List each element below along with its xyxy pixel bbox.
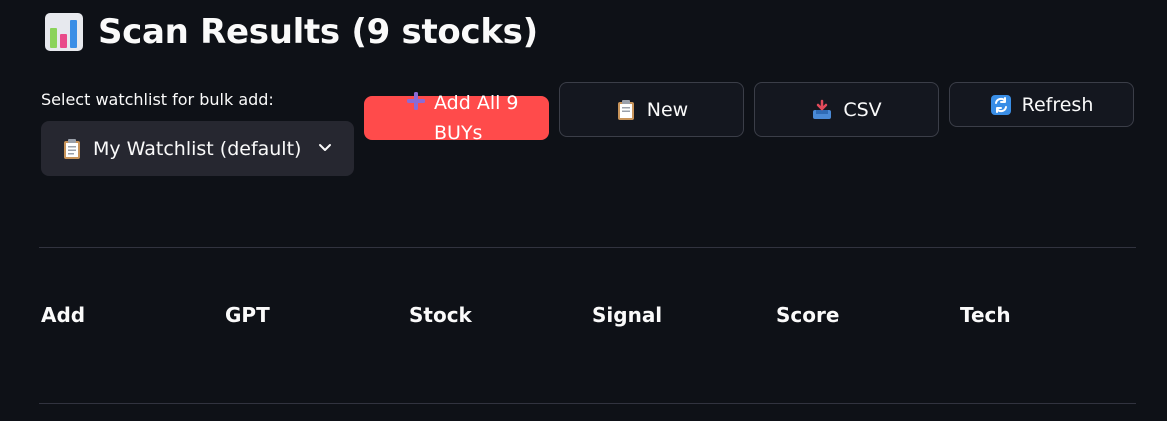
- add-all-buys-button[interactable]: Add All 9 BUYs: [364, 92, 549, 144]
- csv-button-label: CSV: [843, 98, 882, 121]
- chevron-down-icon[interactable]: [318, 141, 332, 155]
- column-header-gpt: GPT: [225, 303, 270, 327]
- page-header: Scan Results (9 stocks): [44, 12, 538, 52]
- divider-bottom: [39, 403, 1136, 404]
- inbox-tray-icon: [813, 99, 832, 119]
- add-all-buys-label: Add All 9 BUYs: [434, 92, 519, 144]
- column-header-stock: Stock: [409, 303, 472, 327]
- refresh-button[interactable]: Refresh: [949, 82, 1134, 127]
- column-header-score: Score: [776, 303, 840, 327]
- clipboard-icon: [617, 99, 634, 120]
- watchlist-selected-value: My Watchlist (default): [93, 137, 302, 160]
- refresh-icon: [990, 94, 1011, 115]
- watchlist-label: Select watchlist for bulk add:: [41, 90, 274, 109]
- bar-chart-icon: [45, 13, 83, 51]
- refresh-button-label: Refresh: [1021, 93, 1094, 116]
- column-header-tech: Tech: [960, 303, 1011, 327]
- column-header-signal: Signal: [592, 303, 663, 327]
- new-button-label: New: [646, 98, 689, 121]
- page-title: Scan Results (9 stocks): [98, 12, 538, 52]
- column-header-add: Add: [41, 303, 86, 327]
- plus-icon: [407, 92, 425, 110]
- csv-export-button[interactable]: CSV: [754, 82, 939, 137]
- new-watchlist-button[interactable]: New: [559, 82, 744, 137]
- clipboard-icon: [64, 138, 80, 159]
- watchlist-select[interactable]: My Watchlist (default): [41, 121, 354, 176]
- divider-top: [39, 247, 1136, 248]
